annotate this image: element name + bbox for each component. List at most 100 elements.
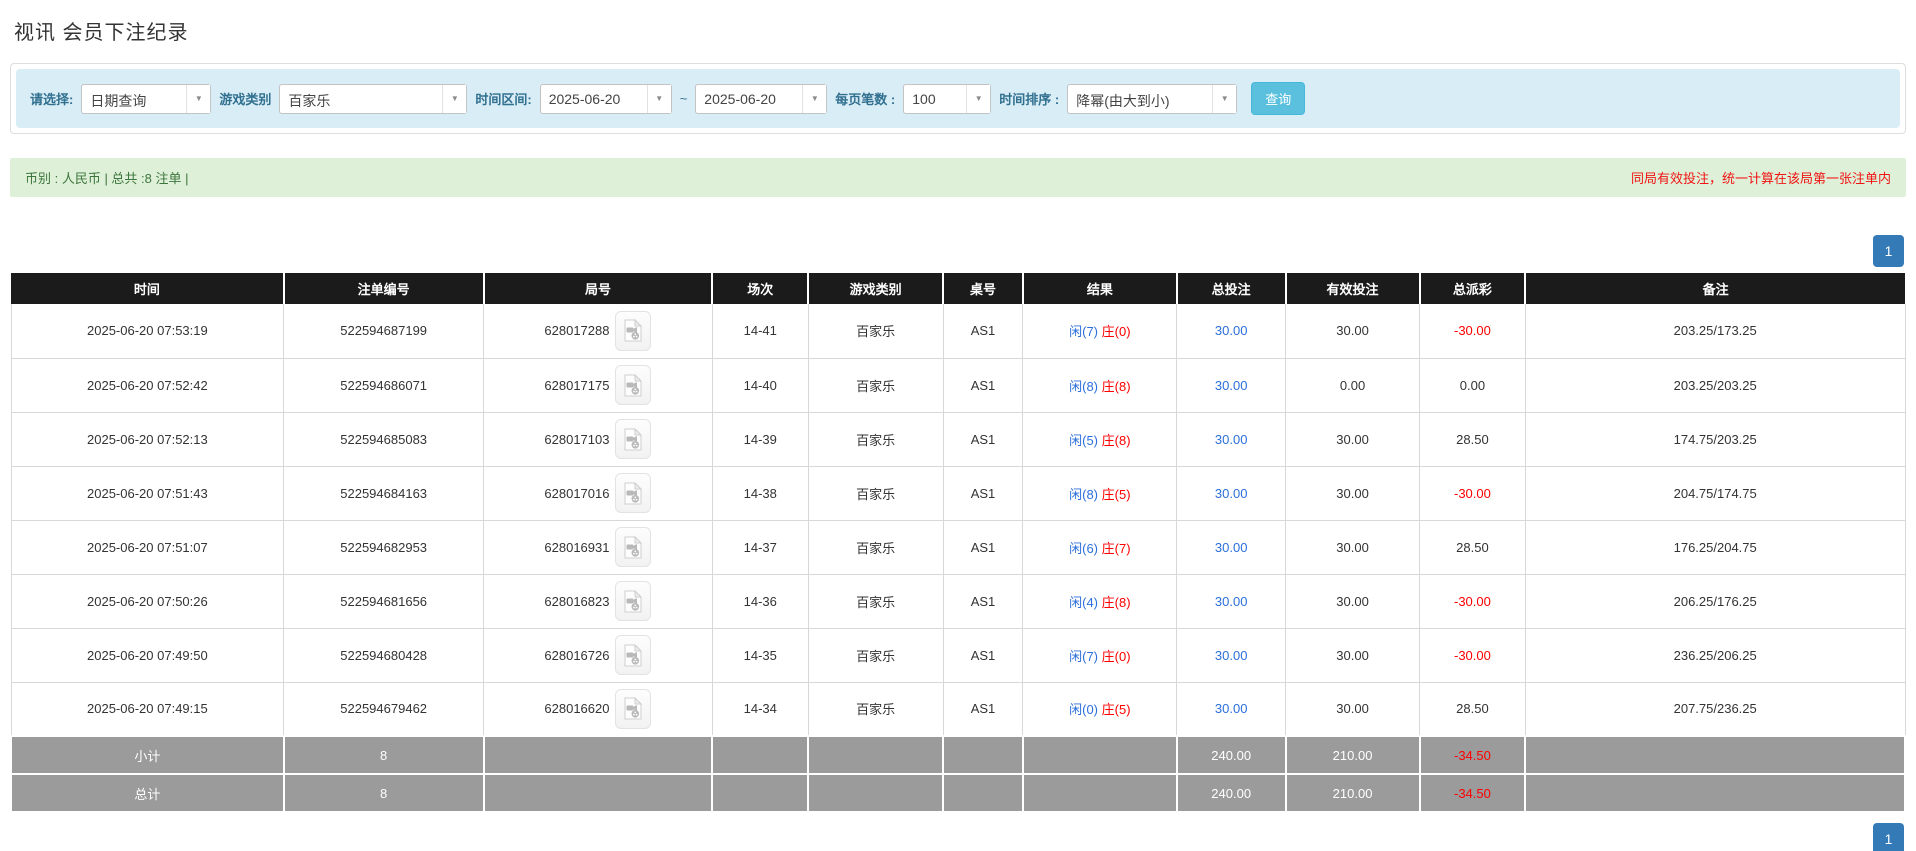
date-from-value: 2025-06-20	[548, 90, 621, 107]
table-row: 2025-06-20 07:49:15 522594679462 628016620…	[10, 681, 1906, 737]
round-id-value: 628016726	[544, 647, 610, 663]
cell-session: 14-39	[711, 411, 809, 467]
result-player: 闲(7)	[1069, 324, 1099, 340]
date-range-separator: ~	[679, 91, 688, 106]
page-size-select[interactable]: 100 ▼	[903, 83, 992, 114]
total-bet-link[interactable]: 30.00	[1215, 323, 1248, 338]
round-id-value: 628017175	[544, 377, 610, 393]
table-body: 2025-06-20 07:53:19 522594687199 628017288…	[10, 304, 1906, 737]
column-header: 总派彩	[1418, 273, 1526, 304]
subtotal-row-cell: 240.00	[1175, 735, 1287, 775]
sort-order-select[interactable]: 降幂(由大到小) ▼	[1067, 83, 1238, 114]
date-from-select[interactable]: 2025-06-20 ▼	[539, 83, 672, 114]
total-row-cell	[711, 773, 810, 813]
result-player: 闲(6)	[1069, 540, 1099, 556]
total-bet-link[interactable]: 30.00	[1215, 432, 1248, 447]
video-record-button[interactable]	[615, 688, 652, 729]
total-bet-link[interactable]: 30.00	[1215, 540, 1248, 555]
cell-game-category: 百家乐	[807, 465, 944, 521]
subtotal-row-cell: 8	[282, 735, 485, 775]
total-row-cell	[1524, 773, 1906, 813]
cell-valid-bet: 30.00	[1285, 411, 1420, 467]
result-banker: 庄(8)	[1101, 378, 1131, 394]
cell-time: 2025-06-20 07:49:15	[10, 681, 285, 737]
caret-down-icon[interactable]: ▼	[966, 84, 991, 113]
cell-table-no: AS1	[942, 304, 1024, 359]
date-range-label: 时间区间:	[475, 92, 532, 107]
cell-total-bet: 30.00	[1176, 627, 1287, 683]
subtotal-row-cell	[807, 735, 945, 775]
subtotal-row-cell	[482, 735, 714, 775]
cell-time: 2025-06-20 07:51:43	[10, 465, 285, 521]
total-row-cell: -34.50	[1418, 773, 1527, 813]
total-bet-link[interactable]: 30.00	[1215, 594, 1248, 609]
cell-valid-bet: 30.00	[1285, 519, 1420, 575]
pagination-page-button[interactable]: 1	[1873, 235, 1904, 267]
cell-total-bet: 30.00	[1176, 357, 1287, 413]
result-player: 闲(0)	[1069, 702, 1099, 718]
cell-time: 2025-06-20 07:49:50	[10, 627, 285, 683]
total-row-cell: 210.00	[1284, 773, 1421, 813]
subtotal-row: 小计 8 240.00 210.00 -34.50	[10, 735, 1906, 775]
query-type-select[interactable]: 日期查询 ▼	[81, 83, 212, 114]
video-record-icon	[624, 589, 643, 612]
search-button[interactable]: 查询	[1251, 82, 1306, 115]
cell-game-category: 百家乐	[807, 681, 944, 737]
total-bet-link[interactable]: 30.00	[1215, 486, 1248, 501]
game-category-select[interactable]: 百家乐 ▼	[279, 83, 468, 114]
caret-down-icon[interactable]: ▼	[646, 84, 671, 113]
caret-down-icon[interactable]: ▼	[802, 84, 827, 113]
table-header: 时间 注单编号 局号 场次 游戏类别 桌号 结果 总投注 有效投注 总派彩 备注	[11, 273, 1905, 304]
cell-result: 闲(4) 庄(8)	[1022, 573, 1178, 629]
total-row-cell	[942, 773, 1024, 813]
video-record-button[interactable]	[615, 635, 652, 675]
cell-session: 14-36	[711, 573, 809, 629]
sort-order-value: 降幂(由大到小)	[1076, 92, 1170, 109]
cell-total-bet: 30.00	[1176, 519, 1287, 575]
round-id-value: 628017016	[544, 485, 610, 501]
cell-game-category: 百家乐	[807, 573, 944, 629]
total-row-cell: 240.00	[1175, 773, 1287, 813]
cell-note: 207.75/236.25	[1524, 681, 1906, 737]
video-record-button[interactable]	[615, 527, 652, 567]
date-to-select[interactable]: 2025-06-20 ▼	[695, 83, 828, 114]
cell-note: 204.75/174.75	[1524, 465, 1906, 521]
round-id-wrap: 628017175	[484, 365, 712, 405]
video-record-icon	[624, 697, 643, 720]
cell-note: 236.25/206.25	[1524, 627, 1906, 683]
bet-records-table: 时间 注单编号 局号 场次 游戏类别 桌号 结果 总投注 有效投注 总派彩 备注 2025-06-2…	[10, 273, 1906, 813]
cell-time: 2025-06-20 07:53:19	[10, 304, 285, 359]
video-record-button[interactable]	[615, 365, 652, 405]
cell-bet-id: 522594679462	[283, 681, 485, 737]
cell-round-id: 628016823	[483, 573, 713, 629]
caret-down-icon[interactable]: ▼	[1212, 84, 1237, 113]
pagination-page-button[interactable]: 1	[1873, 823, 1904, 851]
round-id-wrap: 628017016	[484, 473, 712, 513]
video-record-button[interactable]	[615, 581, 652, 621]
round-id-wrap: 628017288	[484, 310, 712, 351]
cell-total-bet: 30.00	[1176, 411, 1287, 467]
subtotal-row-cell: 小计	[10, 735, 285, 775]
total-bet-link[interactable]: 30.00	[1215, 378, 1248, 393]
cell-bet-id: 522594687199	[283, 304, 485, 359]
pagination-top: 1	[12, 235, 1904, 267]
cell-table-no: AS1	[942, 519, 1024, 575]
cell-time: 2025-06-20 07:50:26	[10, 573, 285, 629]
cell-total-bet: 30.00	[1176, 465, 1287, 521]
result-player: 闲(7)	[1069, 648, 1099, 664]
caret-down-icon[interactable]: ▼	[442, 84, 467, 113]
cell-payout: -30.00	[1419, 304, 1526, 359]
table-row: 2025-06-20 07:51:07 522594682953 628016931…	[10, 519, 1906, 575]
total-bet-link[interactable]: 30.00	[1215, 701, 1248, 716]
video-record-button[interactable]	[615, 310, 652, 351]
cell-bet-id: 522594681656	[283, 573, 485, 629]
round-id-wrap: 628016823	[484, 581, 712, 621]
total-bet-link[interactable]: 30.00	[1215, 648, 1248, 663]
column-header: 有效投注	[1284, 273, 1420, 304]
video-record-button[interactable]	[615, 473, 652, 513]
result-player: 闲(4)	[1069, 594, 1099, 610]
caret-down-icon[interactable]: ▼	[186, 84, 211, 113]
video-record-button[interactable]	[615, 419, 652, 459]
result-banker: 庄(0)	[1101, 648, 1131, 664]
cell-payout: 28.50	[1419, 519, 1526, 575]
